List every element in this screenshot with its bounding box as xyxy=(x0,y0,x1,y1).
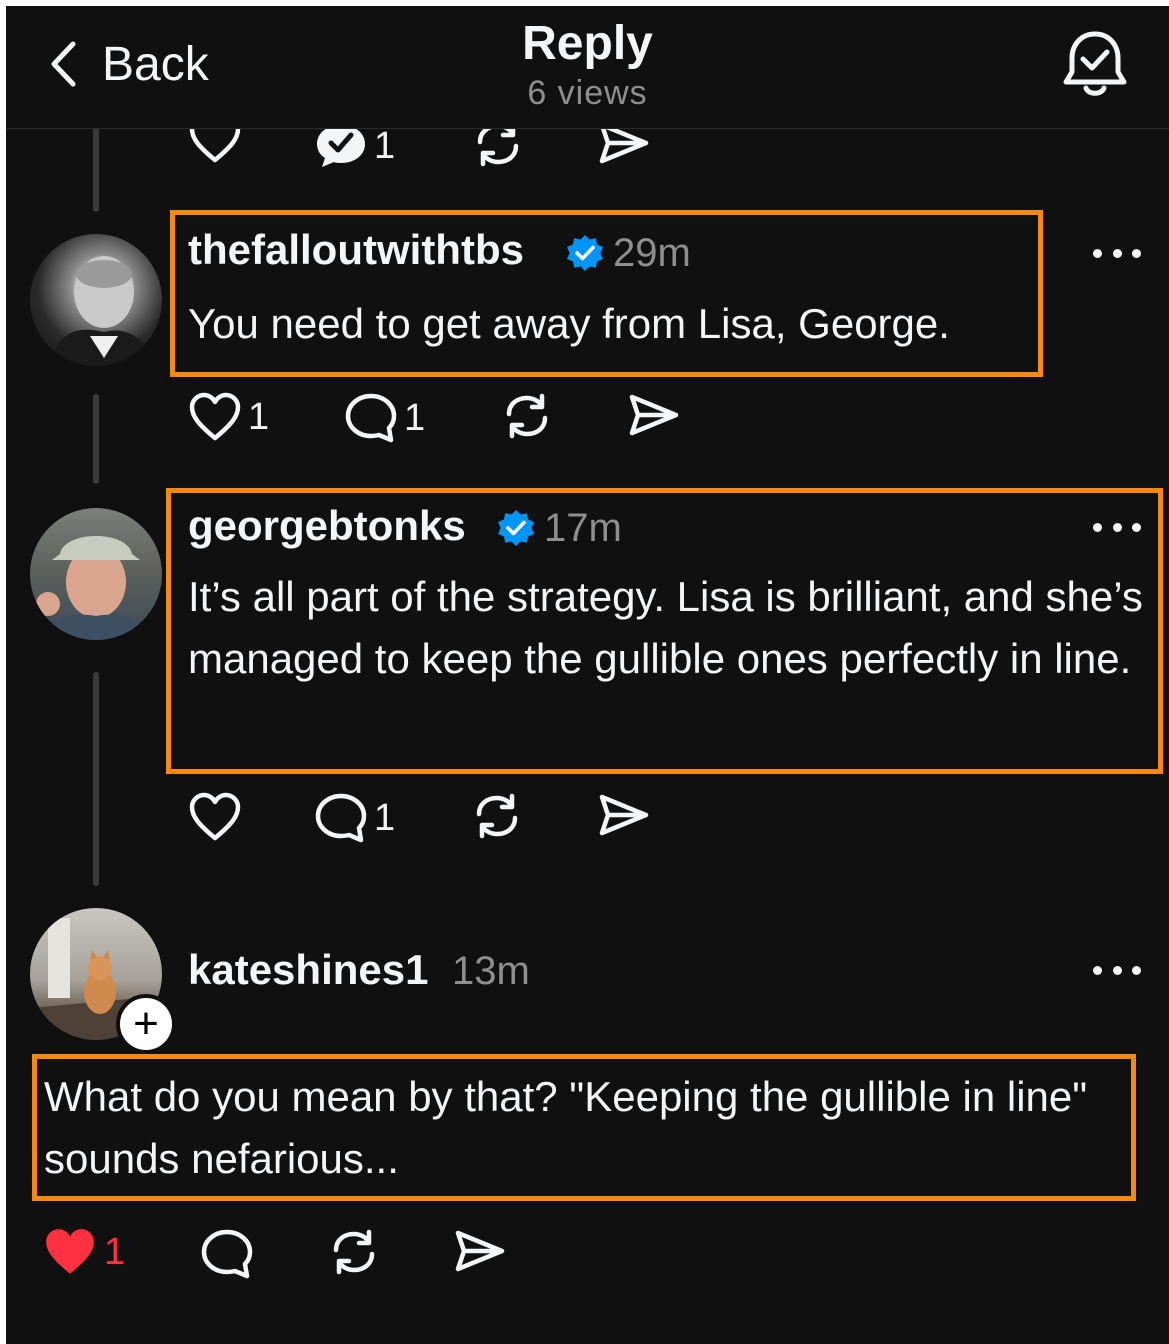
repost-button[interactable] xyxy=(326,1224,382,1280)
post-time: 13m xyxy=(452,949,530,993)
send-icon xyxy=(599,794,649,836)
thread-line xyxy=(93,394,99,484)
like-count: 1 xyxy=(248,395,270,438)
header: Back Reply 6 views xyxy=(6,6,1169,129)
heart-filled-icon xyxy=(46,1229,94,1274)
send-icon xyxy=(629,394,679,436)
like-button[interactable]: 1 xyxy=(188,392,269,442)
thread-line xyxy=(93,672,99,886)
dot xyxy=(1093,248,1102,258)
avatar-portrait-image xyxy=(50,256,152,366)
avatar-portrait-image xyxy=(36,536,148,640)
comment-button[interactable]: 1 xyxy=(314,122,395,170)
thread-line xyxy=(93,128,99,212)
comment-checked-icon xyxy=(317,125,365,167)
dot xyxy=(1132,248,1141,258)
repost-icon xyxy=(506,393,548,439)
repost-icon xyxy=(476,793,518,839)
username[interactable]: thefalloutwithtbs xyxy=(188,226,524,274)
more-options-button[interactable] xyxy=(1093,517,1141,537)
avatar[interactable] xyxy=(30,508,162,640)
username[interactable]: kateshines1 xyxy=(188,946,428,994)
repost-icon xyxy=(333,1229,375,1275)
comment-count: 1 xyxy=(374,124,396,167)
avatar[interactable] xyxy=(30,234,162,366)
share-button[interactable] xyxy=(452,1228,506,1274)
dot xyxy=(1093,965,1102,975)
verified-badge-icon xyxy=(567,235,603,271)
comment-count: 1 xyxy=(404,396,426,439)
view-count: 6 views xyxy=(527,74,648,112)
comment-count: 1 xyxy=(374,796,396,839)
threads-reply-screen: Back Reply 6 views 1 thefalloutwithtbs 2… xyxy=(6,6,1169,1344)
dot xyxy=(1093,522,1102,532)
like-button[interactable] xyxy=(188,792,242,842)
repost-button[interactable] xyxy=(499,388,555,444)
comment-icon xyxy=(201,1229,253,1279)
comment-button[interactable]: 1 xyxy=(314,792,395,844)
comment-button[interactable]: 1 xyxy=(344,392,425,444)
post-time: 29m xyxy=(613,231,691,275)
like-button[interactable]: 1 xyxy=(42,1226,125,1278)
like-count: 1 xyxy=(104,1230,126,1273)
share-button[interactable] xyxy=(626,392,680,438)
comment-icon xyxy=(345,393,397,443)
dot xyxy=(1112,522,1122,532)
more-options-button[interactable] xyxy=(1093,243,1141,263)
dot xyxy=(1112,248,1122,258)
username[interactable]: georgebtonks xyxy=(188,502,466,550)
heart-icon xyxy=(189,392,241,441)
page-title: Reply xyxy=(522,17,653,70)
post-text: What do you mean by that? "Keeping the g… xyxy=(44,1073,1088,1182)
notification-bell-check-icon[interactable] xyxy=(1062,28,1128,100)
dot xyxy=(1132,522,1141,532)
heart-icon xyxy=(189,792,241,841)
dot xyxy=(1112,965,1122,975)
comment-icon xyxy=(315,793,367,843)
post-text: You need to get away from Lisa, George. xyxy=(188,300,950,347)
share-button[interactable] xyxy=(596,792,650,838)
verified-badge-icon xyxy=(498,510,534,546)
dot xyxy=(1132,965,1141,975)
post-time: 17m xyxy=(544,506,622,550)
more-options-button[interactable] xyxy=(1093,960,1141,980)
follow-button[interactable]: + xyxy=(116,994,176,1054)
send-icon xyxy=(455,1230,505,1272)
comment-button[interactable] xyxy=(200,1228,254,1280)
post-text: It’s all part of the strategy. Lisa is b… xyxy=(188,573,1143,682)
repost-button[interactable] xyxy=(469,788,525,844)
